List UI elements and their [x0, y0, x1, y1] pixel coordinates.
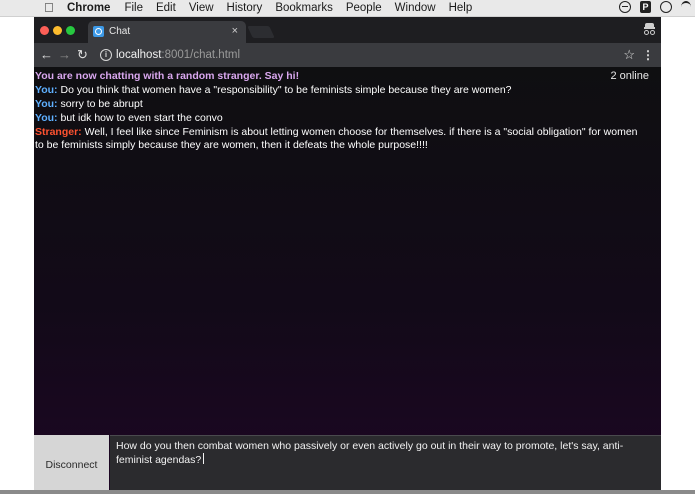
message-speaker: You: [35, 84, 58, 96]
message-text: sorry to be abrupt [57, 98, 143, 110]
p-icon[interactable]: P [640, 1, 651, 13]
message-text: Well, I feel like since Feminism is abou… [35, 126, 638, 151]
url-host: localhost [116, 49, 162, 61]
close-window-button[interactable] [40, 26, 49, 35]
forward-arrow-icon[interactable]: → [58, 47, 71, 63]
apple-icon[interactable]:  [44, 0, 54, 16]
message-draft: How do you then combat women who passive… [116, 440, 624, 466]
text-caret [203, 452, 205, 464]
message-speaker: You: [35, 112, 58, 124]
menu-items: Chrome File Edit View History Bookmarks … [67, 0, 485, 16]
macos-menu-bar:  Chrome File Edit View History Bookmark… [0, 0, 695, 17]
incognito-icon [644, 23, 655, 35]
chat-page: 2 online You are now chatting with a ran… [34, 67, 661, 494]
menu-bookmarks[interactable]: Bookmarks [275, 0, 333, 16]
menu-people[interactable]: People [346, 0, 382, 16]
dock-strip [0, 490, 695, 494]
message-speaker: You: [35, 98, 58, 110]
menu-view[interactable]: View [189, 0, 214, 16]
tab-close-icon[interactable]: × [232, 25, 238, 37]
menu-app-name[interactable]: Chrome [67, 0, 110, 16]
menu-bar-tray: P [610, 1, 691, 13]
system-message: You are now chatting with a random stran… [35, 70, 300, 82]
chat-message: Stranger: Well, I feel like since Femini… [35, 126, 640, 151]
minimize-window-button[interactable] [53, 26, 62, 35]
tab-chat[interactable]: Chat × [88, 21, 246, 43]
menu-edit[interactable]: Edit [156, 0, 176, 16]
bookmark-star-icon[interactable]: ☆ [623, 47, 635, 63]
url-text: localhost:8001/chat.html [116, 48, 240, 62]
browser-toolbar: ← → ↻ i localhost:8001/chat.html ☆ ⋮ [34, 43, 661, 67]
site-info-icon[interactable]: i [100, 49, 112, 61]
tab-title: Chat [109, 26, 131, 37]
message-text: but idk how to even start the convo [57, 112, 223, 124]
menu-file[interactable]: File [124, 0, 143, 16]
reload-icon[interactable]: ↻ [77, 47, 88, 63]
tab-bar: Chat × [34, 17, 661, 43]
url-path: :8001/chat.html [161, 49, 241, 61]
new-tab-button[interactable] [247, 26, 275, 38]
menu-history[interactable]: History [227, 0, 263, 16]
address-bar[interactable]: i localhost:8001/chat.html [96, 46, 620, 64]
zoom-window-button[interactable] [66, 26, 75, 35]
browser-window: Chat × ← → ↻ i localhost:8001/chat.html … [34, 17, 661, 494]
message-input[interactable]: How do you then combat women who passive… [110, 435, 661, 494]
message-speaker: Stranger: [35, 126, 82, 138]
chat-favicon-icon [93, 26, 104, 37]
clock-icon[interactable] [660, 1, 672, 13]
menu-window[interactable]: Window [395, 0, 436, 16]
chat-message: You: but idk how to even start the convo [35, 112, 640, 125]
menu-help[interactable]: Help [449, 0, 473, 16]
wifi-icon[interactable] [681, 1, 691, 13]
do-not-disturb-icon[interactable] [619, 1, 631, 13]
chat-input-area: Disconnect How do you then combat women … [34, 435, 661, 494]
chat-message: You: sorry to be abrupt [35, 98, 640, 111]
message-text: Do you think that women have a "responsi… [57, 84, 512, 96]
disconnect-button[interactable]: Disconnect [34, 435, 109, 494]
chat-message: You: Do you think that women have a "res… [35, 84, 640, 97]
back-arrow-icon[interactable]: ← [40, 47, 53, 63]
more-menu-icon[interactable]: ⋮ [642, 47, 654, 63]
chat-log: You are now chatting with a random stran… [35, 70, 640, 153]
